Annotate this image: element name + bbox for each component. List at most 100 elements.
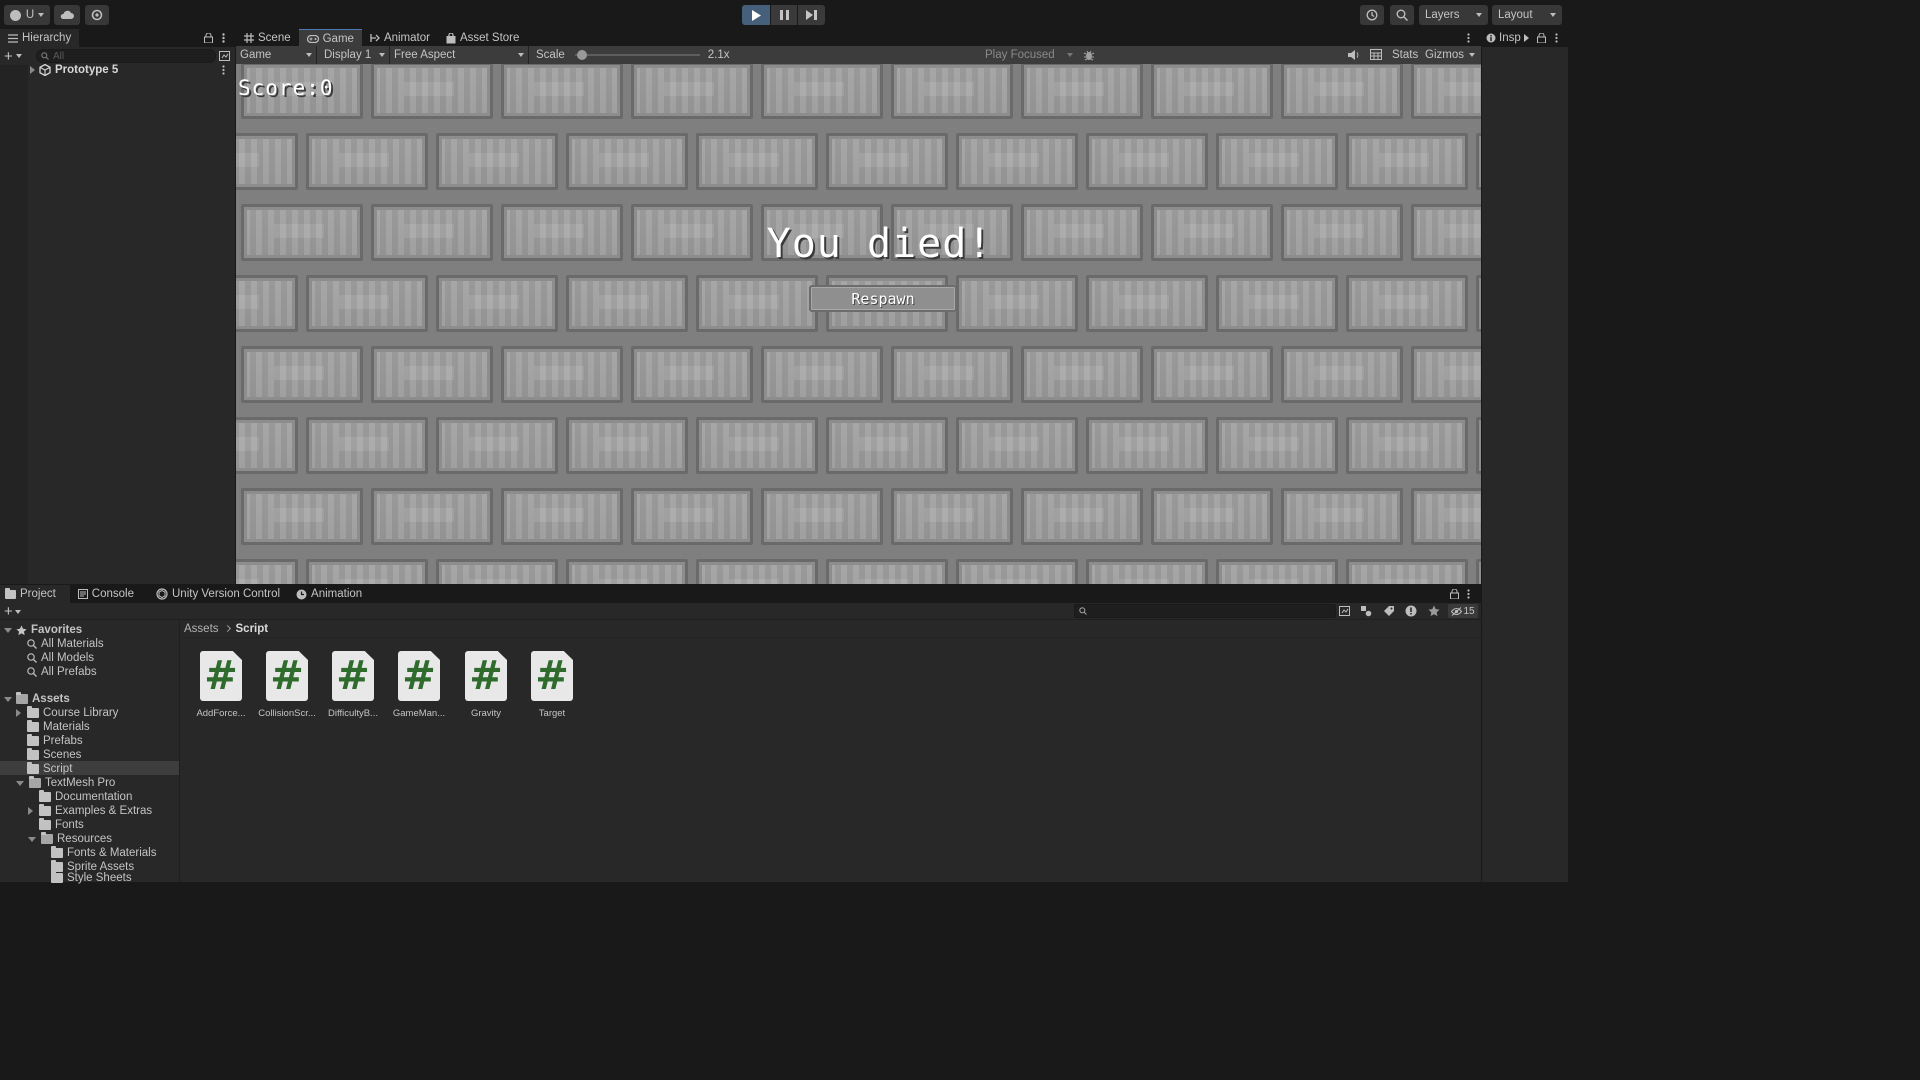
more-options-icon[interactable] bbox=[1467, 33, 1470, 43]
lock-icon[interactable] bbox=[1537, 33, 1546, 43]
hidden-count: 15 bbox=[1463, 605, 1475, 617]
brick-tile bbox=[1346, 559, 1468, 584]
mute-audio-icon[interactable] bbox=[1347, 49, 1360, 61]
brick-tile bbox=[1216, 417, 1338, 474]
collapse-arrow-icon[interactable] bbox=[4, 696, 12, 702]
shopping-bag-icon bbox=[446, 32, 456, 43]
tab-hierarchy[interactable]: Hierarchy bbox=[0, 29, 80, 47]
step-button[interactable] bbox=[798, 5, 825, 25]
scale-slider[interactable] bbox=[574, 46, 700, 64]
tab-scene[interactable]: Scene bbox=[236, 29, 299, 47]
brick-tile bbox=[1086, 559, 1208, 584]
filter-by-type-icon[interactable] bbox=[1360, 605, 1372, 617]
folder-examples-extras[interactable]: Examples & Extras bbox=[28, 804, 152, 818]
star-icon[interactable] bbox=[1428, 605, 1440, 617]
expand-arrow-icon[interactable] bbox=[30, 66, 35, 74]
stats-button[interactable]: Stats bbox=[1392, 49, 1418, 61]
hierarchy-search-input[interactable]: All bbox=[36, 49, 216, 63]
favorite-item[interactable]: All Prefabs bbox=[27, 665, 97, 679]
services-button[interactable] bbox=[85, 5, 109, 25]
collapse-arrow-icon[interactable] bbox=[28, 836, 36, 842]
project-search-input[interactable] bbox=[1074, 604, 1336, 618]
folder-prefabs[interactable]: Prefabs bbox=[27, 734, 83, 748]
scene-filter-icon[interactable] bbox=[219, 51, 230, 61]
main-toolbar: U Layers Layout bbox=[0, 0, 1568, 30]
collapse-arrow-icon[interactable] bbox=[16, 780, 24, 786]
cloud-button[interactable] bbox=[54, 5, 80, 25]
tab-animation[interactable]: Animation bbox=[288, 585, 370, 603]
tab-console[interactable]: Console bbox=[70, 585, 142, 603]
tab-inspector[interactable]: Insp bbox=[1482, 29, 1533, 47]
folder-scenes[interactable]: Scenes bbox=[27, 748, 81, 762]
tab-asset-store[interactable]: Asset Store bbox=[438, 29, 527, 47]
account-dropdown[interactable]: U bbox=[4, 5, 50, 25]
hidden-packages-toggle[interactable]: 15 bbox=[1448, 604, 1478, 618]
game-view-canvas[interactable]: Score:0 You died! Respawn bbox=[236, 64, 1481, 584]
respawn-button[interactable]: Respawn bbox=[809, 285, 957, 312]
folder-label: TextMesh Pro bbox=[45, 777, 116, 789]
collapse-arrow-icon[interactable] bbox=[4, 627, 12, 633]
play-mode-dropdown[interactable]: Play Focused bbox=[981, 46, 1077, 64]
scale-slider-thumb[interactable] bbox=[577, 50, 588, 60]
pause-button[interactable] bbox=[771, 5, 797, 25]
script-asset[interactable]: # DifficultyB... bbox=[323, 651, 383, 719]
display-dropdown[interactable]: Display 1 bbox=[317, 46, 389, 64]
play-button[interactable] bbox=[742, 5, 770, 25]
folder-documentation[interactable]: Documentation bbox=[39, 790, 132, 804]
more-options-icon[interactable] bbox=[222, 33, 225, 43]
favorite-item[interactable]: All Materials bbox=[27, 637, 104, 651]
folder-resources[interactable]: Resources bbox=[28, 832, 112, 846]
tab-animator[interactable]: Animator bbox=[362, 29, 438, 47]
create-button[interactable]: + bbox=[4, 49, 30, 64]
lock-icon[interactable] bbox=[1450, 589, 1459, 599]
script-asset[interactable]: # CollisionScr... bbox=[257, 651, 317, 719]
breadcrumb-item[interactable]: Assets bbox=[184, 623, 219, 635]
tab-project[interactable]: Project bbox=[0, 585, 70, 603]
folder-script[interactable]: Script bbox=[27, 762, 72, 776]
label-tag-icon[interactable] bbox=[1383, 605, 1395, 617]
brick-tile bbox=[1281, 488, 1403, 545]
tab-game[interactable]: Game bbox=[298, 29, 362, 47]
folder-textmesh-pro[interactable]: TextMesh Pro bbox=[16, 776, 115, 790]
favorite-item[interactable]: All Models bbox=[27, 651, 94, 665]
folder-fonts-materials[interactable]: Fonts & Materials bbox=[51, 846, 156, 860]
layout-dropdown[interactable]: Layout bbox=[1492, 5, 1562, 25]
script-asset[interactable]: # GameMan... bbox=[389, 651, 449, 719]
assets-root[interactable]: Assets bbox=[4, 692, 70, 706]
script-asset[interactable]: # Target bbox=[522, 651, 582, 719]
expand-arrow-icon[interactable] bbox=[16, 709, 21, 717]
layers-dropdown[interactable]: Layers bbox=[1419, 5, 1488, 25]
favorites-header[interactable]: Favorites bbox=[4, 623, 82, 637]
create-button[interactable]: + bbox=[4, 604, 21, 619]
brick-tile bbox=[1476, 559, 1481, 584]
folder-materials[interactable]: Materials bbox=[27, 720, 90, 734]
expand-arrow-icon[interactable] bbox=[28, 807, 33, 815]
script-asset[interactable]: # Gravity bbox=[456, 651, 516, 719]
more-options-icon[interactable] bbox=[1467, 589, 1470, 599]
folder-course-library[interactable]: Course Library bbox=[16, 706, 118, 720]
info-filter-icon[interactable] bbox=[1405, 605, 1417, 617]
more-options-icon[interactable] bbox=[1555, 33, 1558, 43]
history-button[interactable] bbox=[1360, 5, 1384, 25]
aspect-dropdown[interactable]: Free Aspect bbox=[390, 46, 528, 64]
search-by-type-icon[interactable] bbox=[1339, 606, 1350, 616]
account-label: U bbox=[25, 9, 35, 21]
brick-tile bbox=[306, 133, 428, 190]
chevron-down-icon bbox=[14, 609, 21, 614]
grid-layout-icon[interactable] bbox=[1370, 49, 1382, 60]
tab-unity-version-control[interactable]: Unity Version Control bbox=[148, 585, 288, 603]
folder-fonts[interactable]: Fonts bbox=[39, 818, 84, 832]
folder-style-sheets[interactable]: Style Sheets bbox=[51, 871, 132, 884]
gizmos-dropdown[interactable]: Gizmos bbox=[1421, 46, 1479, 64]
more-options-icon[interactable] bbox=[222, 65, 225, 75]
lock-icon[interactable] bbox=[204, 33, 213, 43]
script-asset[interactable]: # AddForce... bbox=[191, 651, 251, 719]
game-mode-dropdown[interactable]: Game bbox=[236, 46, 316, 64]
search-button[interactable] bbox=[1390, 5, 1414, 25]
hierarchy-item-prototype-5[interactable]: Prototype 5 bbox=[30, 63, 235, 77]
breadcrumb-item[interactable]: Script bbox=[236, 623, 269, 635]
bug-icon[interactable] bbox=[1083, 49, 1095, 61]
brick-tile bbox=[631, 64, 753, 119]
brick-tile bbox=[696, 417, 818, 474]
chevron-right-icon[interactable] bbox=[1523, 34, 1529, 42]
